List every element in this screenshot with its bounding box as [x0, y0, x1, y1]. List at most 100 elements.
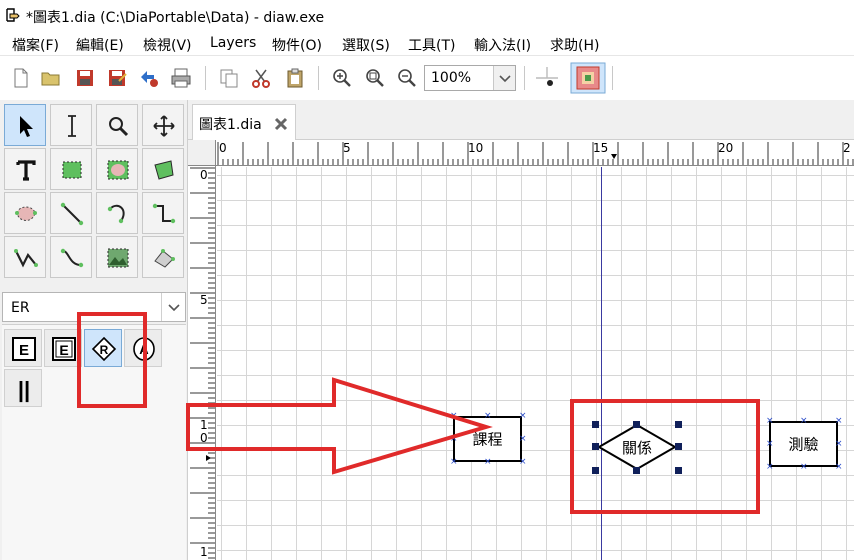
vruler-label-1: 1 [200, 418, 208, 432]
menu-objects[interactable]: 物件(O) [272, 35, 322, 55]
box-icon [62, 161, 82, 179]
paste-icon[interactable] [284, 67, 306, 89]
magnify-tool[interactable] [96, 104, 138, 146]
ellipse-tool[interactable] [96, 148, 138, 190]
ruler-corner [188, 140, 216, 166]
connection-point[interactable]: × [450, 412, 458, 421]
sheet-selected-value[interactable]: ER [11, 300, 30, 316]
connection-point[interactable]: × [835, 440, 843, 449]
menu-tools[interactable]: 工具(T) [408, 35, 455, 55]
connection-point[interactable]: × [450, 458, 458, 467]
magnify-icon [109, 117, 129, 137]
connection-point[interactable]: × [766, 440, 774, 449]
ruler-label-5: 5 [343, 141, 351, 155]
image-tool[interactable] [96, 236, 138, 278]
tab-document[interactable]: 圖表1.dia [192, 104, 296, 140]
scroll-tool[interactable] [142, 104, 184, 146]
open-folder-icon[interactable] [40, 67, 62, 89]
arc-tool[interactable] [96, 192, 138, 234]
menu-help[interactable]: 求助(H) [550, 35, 599, 55]
dia-app-icon [6, 8, 20, 22]
entity-letter: E [19, 342, 29, 359]
entity-icon: E [12, 337, 36, 361]
polyline-tool[interactable] [4, 236, 46, 278]
vruler-label-0: 0 [200, 168, 208, 182]
vruler-position-marker [206, 455, 211, 461]
participation-icon: || [18, 377, 30, 402]
beziergon-tool[interactable] [4, 192, 46, 234]
print-icon[interactable] [170, 67, 192, 89]
polyline-icon [14, 249, 38, 268]
tab-label: 圖表1.dia [199, 117, 262, 133]
connection-point[interactable]: × [519, 412, 527, 421]
connection-point[interactable]: × [484, 412, 492, 421]
menu-edit[interactable]: 編輯(E) [76, 35, 124, 55]
zoom-combo[interactable]: 100% [424, 65, 516, 91]
vruler-label-5: 5 [200, 293, 208, 307]
line-icon [60, 202, 84, 226]
connection-point[interactable]: × [484, 458, 492, 467]
connection-point[interactable]: × [519, 435, 527, 444]
snap-to-grid-icon[interactable] [536, 67, 558, 89]
text-cursor-icon [68, 115, 76, 137]
participation-glyph: || [18, 377, 30, 402]
sheet-dropdown-button[interactable] [161, 293, 185, 321]
zoom-in-icon[interactable] [331, 67, 353, 89]
entity-label: 測驗 [788, 435, 819, 454]
entity-quiz[interactable]: 測驗 [769, 421, 838, 467]
horizontal-ruler: 0 5 10 15 20 2 [216, 140, 854, 166]
zoom-value[interactable]: 100% [431, 70, 471, 86]
connection-point[interactable]: × [450, 435, 458, 444]
outline-tool[interactable] [142, 236, 184, 278]
menu-view[interactable]: 檢視(V) [143, 35, 192, 55]
ruler-label-20: 20 [718, 141, 733, 155]
save-icon[interactable] [74, 67, 96, 89]
vertical-ruler-ticks: 0 5 1 0 1 [190, 167, 215, 559]
connection-point[interactable]: × [800, 417, 808, 426]
toolbar: 100% [0, 56, 854, 100]
connection-point[interactable]: × [519, 458, 527, 467]
cut-icon[interactable] [250, 67, 272, 89]
vertical-ruler: 0 5 1 0 1 [188, 166, 216, 560]
menu-layers[interactable]: Layers [210, 35, 256, 51]
bezier-line-tool[interactable] [50, 236, 92, 278]
connection-point[interactable]: × [800, 463, 808, 472]
zoom-dropdown-button[interactable] [493, 66, 515, 90]
snap-to-objects-icon[interactable] [570, 62, 606, 94]
ruler-position-marker [611, 154, 617, 159]
save-as-icon[interactable] [106, 67, 128, 89]
box-tool[interactable] [50, 148, 92, 190]
window-title: *圖表1.dia (C:\DiaPortable\Data) - diaw.ex… [26, 10, 325, 26]
connection-point[interactable]: × [766, 417, 774, 426]
text-tool[interactable] [4, 148, 46, 190]
zigzag-line-icon [152, 203, 176, 224]
annotation-highlight-box [77, 312, 147, 408]
text-edit-tool[interactable] [50, 104, 92, 146]
chevron-down-icon [168, 304, 180, 312]
copy-icon[interactable] [218, 67, 240, 89]
entity-course[interactable]: 課程 [453, 416, 522, 462]
menu-bar: 檔案(F) 編輯(E) 檢視(V) Layers 物件(O) 選取(S) 工具(… [0, 31, 854, 56]
zoom-fit-icon[interactable] [364, 67, 386, 89]
menu-select[interactable]: 選取(S) [342, 35, 390, 55]
zoom-out-icon[interactable] [396, 67, 418, 89]
pointer-tool[interactable] [4, 104, 46, 146]
document-tab-bar: 圖表1.dia [188, 100, 854, 140]
polygon-icon [154, 160, 174, 180]
export-icon[interactable] [138, 67, 160, 89]
menu-input-method[interactable]: 輸入法(I) [474, 35, 531, 55]
toolbar-separator [318, 66, 319, 90]
er-entity-shape[interactable]: E [4, 329, 42, 367]
polygon-tool[interactable] [142, 148, 184, 190]
ellipse-icon [107, 160, 129, 180]
er-participation-shape[interactable]: || [4, 369, 42, 407]
close-icon[interactable] [273, 116, 289, 132]
menu-file[interactable]: 檔案(F) [12, 35, 59, 55]
zigzag-line-tool[interactable] [142, 192, 184, 234]
connection-point[interactable]: × [835, 417, 843, 426]
new-file-icon[interactable] [10, 67, 32, 89]
image-icon [107, 248, 129, 268]
connection-point[interactable]: × [835, 463, 843, 472]
line-tool[interactable] [50, 192, 92, 234]
connection-point[interactable]: × [766, 463, 774, 472]
